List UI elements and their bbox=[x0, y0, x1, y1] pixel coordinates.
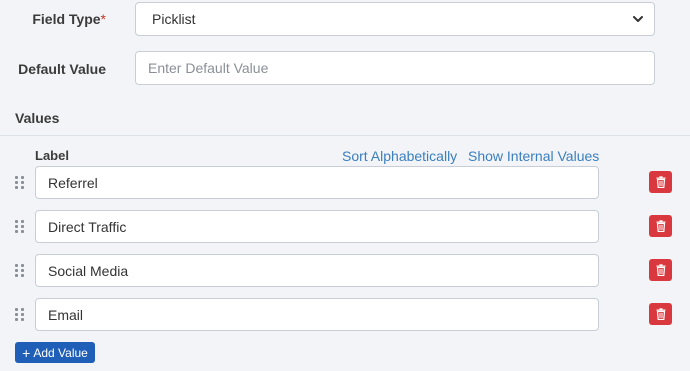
value-input-text: Social Media bbox=[48, 262, 129, 279]
value-input[interactable]: Email bbox=[35, 298, 599, 331]
trash-icon bbox=[656, 176, 665, 188]
delete-value-button[interactable] bbox=[649, 259, 672, 281]
drag-handle-icon[interactable] bbox=[15, 263, 25, 277]
show-internal-values-link[interactable]: Show Internal Values bbox=[468, 148, 599, 164]
delete-value-button[interactable] bbox=[649, 215, 672, 237]
plus-icon: + bbox=[22, 344, 31, 361]
value-input-text: Email bbox=[48, 306, 84, 323]
drag-handle-icon[interactable] bbox=[15, 219, 25, 233]
drag-handle-icon[interactable] bbox=[15, 175, 25, 189]
drag-handle-icon[interactable] bbox=[15, 307, 25, 321]
value-input[interactable]: Social Media bbox=[35, 254, 599, 287]
field-type-select[interactable]: Picklist bbox=[135, 2, 655, 36]
default-value-placeholder: Enter Default Value bbox=[148, 60, 269, 76]
required-mark: * bbox=[100, 11, 106, 27]
trash-icon bbox=[656, 308, 665, 320]
value-input-text: Direct Traffic bbox=[48, 218, 127, 235]
add-value-label: Add Value bbox=[33, 345, 88, 360]
default-value-label: Default Value bbox=[18, 61, 106, 77]
chevron-down-icon bbox=[633, 16, 643, 22]
value-input[interactable]: Direct Traffic bbox=[35, 210, 599, 243]
sort-alphabetically-link[interactable]: Sort Alphabetically bbox=[342, 148, 457, 164]
trash-icon bbox=[656, 264, 665, 276]
field-type-selected-value: Picklist bbox=[152, 11, 196, 27]
value-input-text: Referrel bbox=[48, 174, 98, 191]
trash-icon bbox=[656, 220, 665, 232]
field-type-label: Field Type* bbox=[20, 11, 106, 27]
value-input[interactable]: Referrel bbox=[35, 166, 599, 199]
delete-value-button[interactable] bbox=[649, 303, 672, 325]
label-column-header: Label bbox=[35, 148, 69, 163]
field-type-label-text: Field Type bbox=[32, 11, 101, 27]
section-divider bbox=[0, 135, 690, 136]
default-value-input[interactable]: Enter Default Value bbox=[135, 51, 655, 85]
add-value-button[interactable]: + Add Value bbox=[15, 342, 95, 363]
delete-value-button[interactable] bbox=[649, 171, 672, 193]
values-section-title: Values bbox=[15, 110, 60, 126]
